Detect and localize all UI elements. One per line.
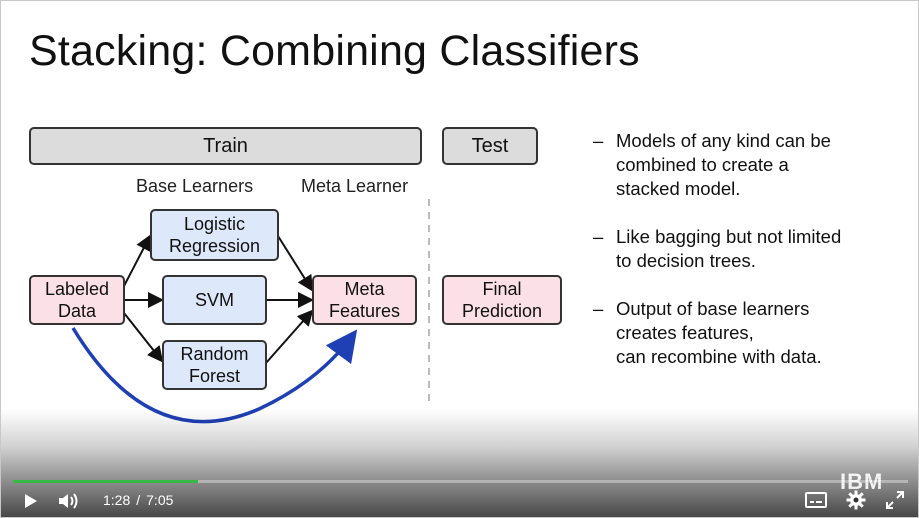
bullet-item: – Like bagging but not limited to decisio… [593, 226, 842, 271]
labeled-data-text: Labeled Data [44, 279, 110, 321]
final-prediction-text: Final Prediction [461, 279, 543, 321]
settings-gear-icon [846, 490, 866, 510]
bullet-text: Output of base learners creates features… [616, 298, 822, 367]
bullet-text: Models of any kind can be combined to cr… [616, 130, 831, 199]
volume-button[interactable] [57, 491, 81, 511]
play-icon [25, 494, 37, 508]
meta-features-box: Meta Features [312, 275, 417, 325]
progress-bar[interactable] [13, 480, 908, 483]
bullet-item: – Models of any kind can be combined to c… [593, 130, 831, 199]
video-player[interactable]: Stacking: Combining Classifiers Train Te… [0, 0, 919, 518]
final-prediction-box: Final Prediction [442, 275, 562, 325]
bullet-item: – Output of base learners creates feature… [593, 298, 822, 367]
bullet-text: Like bagging but not limited to decision… [616, 226, 842, 271]
arrow-data-to-logistic [123, 234, 151, 287]
fullscreen-icon [886, 491, 904, 509]
captions-icon [805, 492, 827, 508]
current-time: 1:28 [103, 492, 131, 508]
bullet-list: – Models of any kind can be combined to c… [593, 129, 893, 393]
duration: 7:05 [146, 492, 174, 508]
svm-text: SVM [194, 290, 234, 310]
progress-played [13, 480, 199, 483]
labeled-data-box: Labeled Data [29, 275, 125, 325]
settings-button[interactable] [846, 490, 866, 510]
logistic-regression-text: Logistic Regression [168, 214, 261, 256]
play-button[interactable] [21, 492, 41, 510]
time-separator: / [136, 492, 141, 508]
arrow-logistic-to-meta [277, 235, 314, 292]
fullscreen-button[interactable] [885, 490, 905, 510]
arrow-forest-to-meta [265, 309, 314, 364]
meta-features-text: Meta Features [328, 279, 401, 321]
arrow-data-to-forest [123, 312, 164, 363]
logistic-regression-box: Logistic Regression [150, 209, 279, 261]
volume-icon [59, 493, 78, 509]
random-forest-text: Random Forest [180, 344, 249, 386]
time-display: 1:28 / 7:05 [103, 492, 173, 508]
random-forest-box: Random Forest [162, 340, 267, 390]
captions-button[interactable] [805, 491, 827, 509]
svm-box: SVM [162, 275, 267, 325]
